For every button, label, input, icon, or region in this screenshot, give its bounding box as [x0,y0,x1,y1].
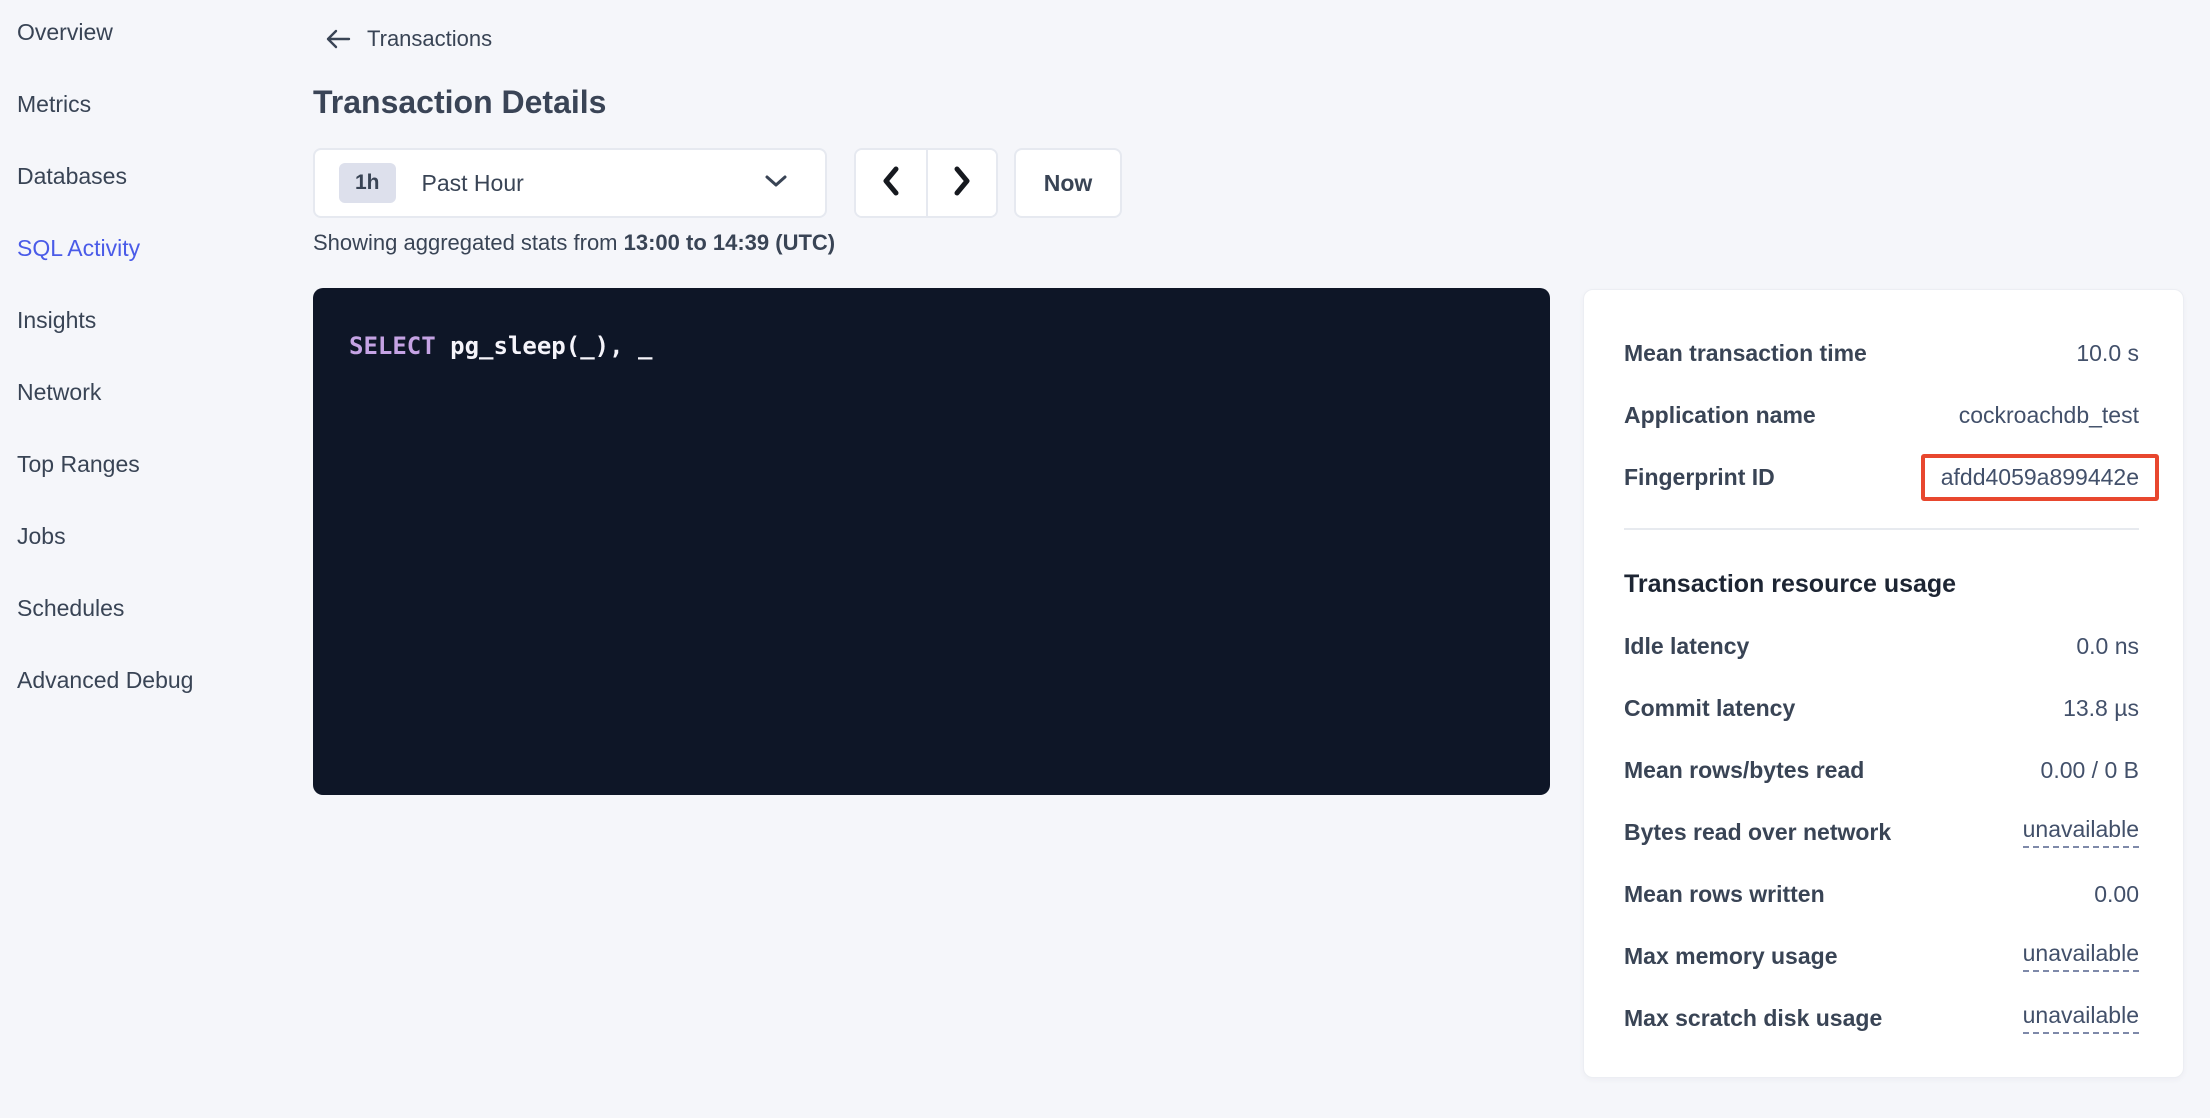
resource-usage-subtitle: Transaction resource usage [1624,570,2139,599]
stat-row-bytes-read-over-network: Bytes read over network unavailable [1624,801,2139,863]
sql-keyword: SELECT [349,332,436,360]
sidebar-item-sql-activity[interactable]: SQL Activity [17,212,287,284]
back-arrow-icon [325,28,351,50]
stat-value: 10.0 s [2076,340,2139,367]
stat-row-mean-rows-written: Mean rows written 0.00 [1624,863,2139,925]
page-title: Transaction Details [313,84,606,121]
stat-label: Bytes read over network [1624,819,1891,846]
transaction-details-card: Mean transaction time 10.0 s Application… [1583,289,2184,1078]
sql-body: pg_sleep(_), _ [436,332,653,360]
stat-row-max-memory-usage: Max memory usage unavailable [1624,925,2139,987]
time-range-badge: 1h [339,163,396,203]
stat-label: Max memory usage [1624,943,1837,970]
card-divider [1624,528,2139,530]
stat-value: cockroachdb_test [1959,402,2139,429]
stat-label: Idle latency [1624,633,1749,660]
stat-label: Max scratch disk usage [1624,1005,1882,1032]
caption-prefix: Showing aggregated stats from [313,230,624,255]
chevron-down-icon [763,173,801,194]
previous-time-button[interactable] [856,150,926,216]
stat-label: Commit latency [1624,695,1795,722]
fingerprint-id-value-highlighted: afdd4059a899442e [1921,454,2159,501]
time-range-label: Past Hour [422,170,763,197]
stat-row-mean-rows-bytes-read: Mean rows/bytes read 0.00 / 0 B [1624,739,2139,801]
sidebar-item-top-ranges[interactable]: Top Ranges [17,428,287,500]
stat-row-idle-latency: Idle latency 0.0 ns [1624,615,2139,677]
next-time-button[interactable] [926,150,996,216]
now-button[interactable]: Now [1014,148,1122,218]
stat-row-mean-transaction-time: Mean transaction time 10.0 s [1624,322,2139,384]
sidebar-item-schedules[interactable]: Schedules [17,572,287,644]
resource-usage-rows: Idle latency 0.0 ns Commit latency 13.8 … [1624,615,2139,1049]
sql-statement-box: SELECT pg_sleep(_), _ [313,288,1550,795]
sidebar-item-metrics[interactable]: Metrics [17,68,287,140]
time-range-dropdown[interactable]: 1h Past Hour [313,148,827,218]
stat-value-unavailable[interactable]: unavailable [2023,1002,2139,1034]
back-to-transactions-link[interactable]: Transactions [325,26,492,52]
stat-row-commit-latency: Commit latency 13.8 µs [1624,677,2139,739]
stat-value-unavailable[interactable]: unavailable [2023,816,2139,848]
sidebar-item-insights[interactable]: Insights [17,284,287,356]
sidebar-item-advanced-debug[interactable]: Advanced Debug [17,644,287,716]
sidebar-item-databases[interactable]: Databases [17,140,287,212]
sidebar-item-jobs[interactable]: Jobs [17,500,287,572]
stat-value: 0.0 ns [2076,633,2139,660]
sidebar-nav: Overview Metrics Databases SQL Activity … [17,0,287,716]
stat-label: Mean rows/bytes read [1624,757,1864,784]
transaction-details-page: Overview Metrics Databases SQL Activity … [0,0,2210,1118]
stat-label: Fingerprint ID [1624,464,1775,491]
caption-time-range: 13:00 to 14:39 (UTC) [624,230,836,255]
stat-value: 13.8 µs [2063,695,2139,722]
breadcrumb-label: Transactions [367,26,492,52]
sql-statement-text: SELECT pg_sleep(_), _ [349,332,1514,360]
sidebar-item-network[interactable]: Network [17,356,287,428]
aggregated-stats-caption: Showing aggregated stats from 13:00 to 1… [313,230,835,256]
chevron-left-icon [879,164,903,203]
stat-row-max-scratch-disk-usage: Max scratch disk usage unavailable [1624,987,2139,1049]
sidebar-item-overview[interactable]: Overview [17,0,287,68]
time-picker-row: 1h Past Hour [313,148,1122,218]
stat-row-application-name: Application name cockroachdb_test [1624,384,2139,446]
stat-value: 0.00 / 0 B [2041,757,2139,784]
stat-label: Mean transaction time [1624,340,1867,367]
stat-label: Mean rows written [1624,881,1825,908]
stat-label: Application name [1624,402,1816,429]
time-shift-buttons [854,148,998,218]
stat-row-fingerprint-id: Fingerprint ID afdd4059a899442e [1624,446,2139,508]
stat-value: 0.00 [2094,881,2139,908]
chevron-right-icon [950,164,974,203]
stat-value-unavailable[interactable]: unavailable [2023,940,2139,972]
